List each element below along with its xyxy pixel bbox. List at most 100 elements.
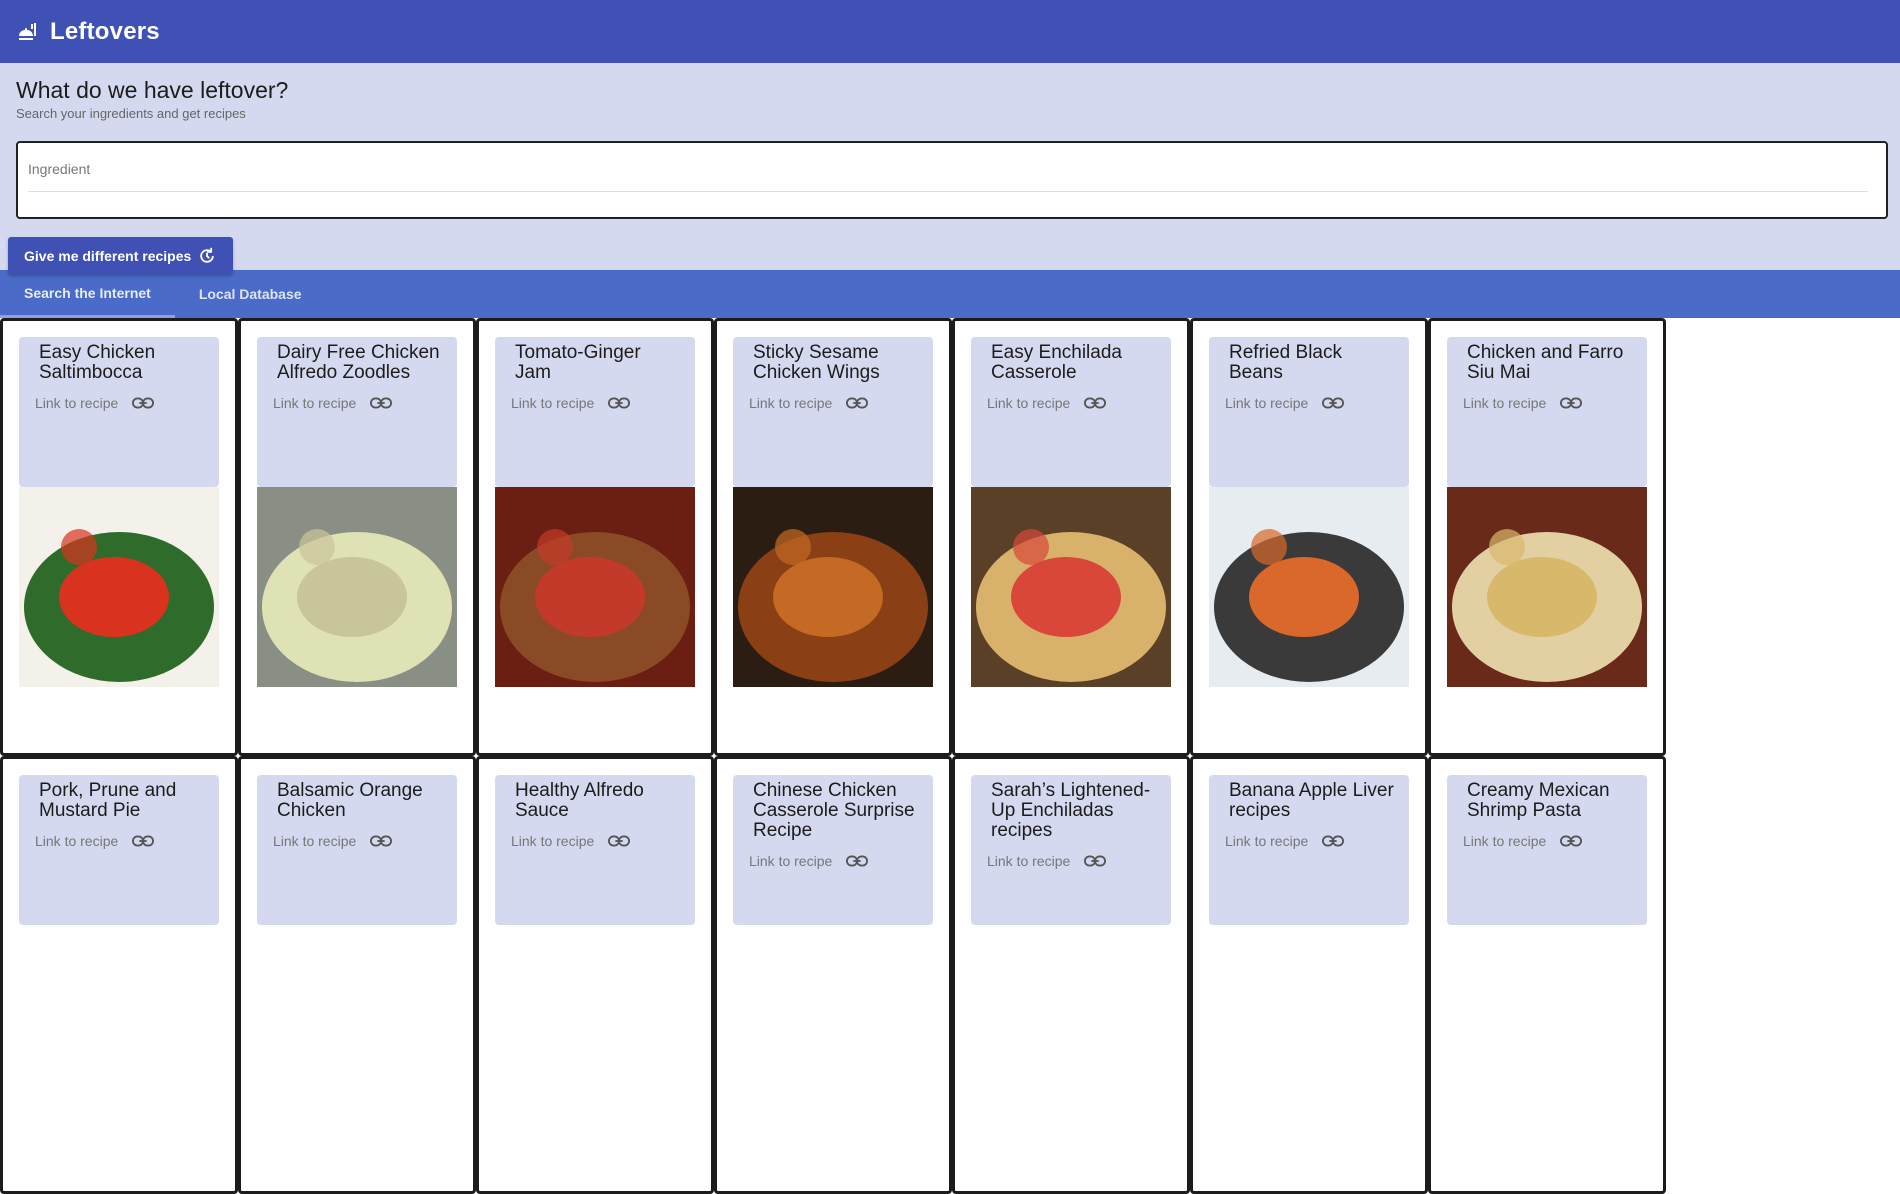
recipe-card: Balsamic Orange Chicken Link to recipe — [257, 775, 457, 925]
recipe-link-label: Link to recipe — [273, 833, 357, 849]
food-service-icon — [19, 22, 36, 40]
recipe-card: Chinese Chicken Casserole Surprise Recip… — [733, 775, 933, 925]
recipe-cell: Dairy Free Chicken Alfredo Zoodles Link t… — [238, 318, 476, 756]
recipe-title: Healthy Alfredo Sauce — [515, 780, 644, 821]
link-icon — [608, 397, 631, 409]
recipe-link[interactable]: Link to recipe — [987, 395, 1157, 411]
recipe-cell: Creamy Mexican Shrimp Pasta Link to recip… — [1428, 756, 1666, 1194]
recipe-card: Refried Black Beans Link to recipe — [1209, 337, 1409, 487]
link-icon — [370, 835, 393, 847]
link-icon — [846, 855, 869, 867]
recipe-card: Sticky Sesame Chicken Wings Link to recip… — [733, 337, 933, 487]
recipe-link[interactable]: Link to recipe — [511, 833, 681, 849]
tab-search-internet[interactable]: Search the Internet — [0, 270, 175, 318]
recipe-photo — [733, 487, 933, 687]
recipe-photo — [495, 487, 695, 687]
recipe-photo — [1209, 487, 1409, 687]
search-panel: What do we have leftover? Search your in… — [0, 63, 1900, 274]
recipe-link[interactable]: Link to recipe — [1463, 833, 1633, 849]
recipe-photo — [1447, 487, 1647, 687]
recipe-cell: Banana Apple Liver recipes Link to recipe — [1190, 756, 1428, 1194]
recipe-title: Easy Enchilada Casserole — [991, 342, 1122, 383]
recipe-photo — [257, 487, 457, 687]
recipe-link-label: Link to recipe — [35, 833, 119, 849]
link-icon — [370, 397, 393, 409]
recipe-card: Healthy Alfredo Sauce Link to recipe — [495, 775, 695, 925]
recipe-link-label: Link to recipe — [273, 395, 357, 411]
recipe-cell: Balsamic Orange Chicken Link to recipe — [238, 756, 476, 1194]
recipe-title: Refried Black Beans — [1229, 342, 1342, 383]
recipe-cell: Chicken and Farro Siu Mai Link to recipe — [1428, 318, 1666, 756]
different-recipes-button[interactable]: Give me different recipes — [8, 237, 234, 274]
recipe-link[interactable]: Link to recipe — [273, 395, 443, 411]
recipe-card: Creamy Mexican Shrimp Pasta Link to recip… — [1447, 775, 1647, 925]
recipe-card: Easy Enchilada Casserole Link to recipe — [971, 337, 1171, 487]
recipe-title: Sarah’s Lightened-Up Enchiladas recipes — [991, 780, 1151, 841]
source-tabs: Search the Internet Local Database — [0, 270, 1900, 318]
recipe-title: Balsamic Orange Chicken — [277, 780, 423, 821]
recipe-card: Sarah’s Lightened-Up Enchiladas recipes L… — [971, 775, 1171, 925]
recipe-cell: Sticky Sesame Chicken Wings Link to recip… — [714, 318, 952, 756]
link-icon — [1560, 835, 1583, 847]
tab-local-database[interactable]: Local Database — [175, 270, 326, 318]
link-icon — [1560, 397, 1583, 409]
recipe-link-label: Link to recipe — [749, 853, 833, 869]
recipe-cell: Pork, Prune and Mustard Pie Link to recip… — [0, 756, 238, 1194]
recipe-cell: Easy Enchilada Casserole Link to recipe — [952, 318, 1190, 756]
recipe-title: Banana Apple Liver recipes — [1229, 780, 1394, 821]
recipe-card: Tomato-Ginger Jam Link to recipe — [495, 337, 695, 487]
recipe-cell: Tomato-Ginger Jam Link to recipe — [476, 318, 714, 756]
recipe-link-label: Link to recipe — [511, 395, 595, 411]
recipe-photo — [19, 487, 219, 687]
app-title: Leftovers — [50, 17, 160, 45]
recipe-link[interactable]: Link to recipe — [987, 853, 1157, 869]
page-heading: What do we have leftover? — [16, 77, 289, 103]
recipe-link[interactable]: Link to recipe — [1463, 395, 1633, 411]
ingredient-input[interactable] — [28, 143, 1868, 192]
recipe-card: Chicken and Farro Siu Mai Link to recipe — [1447, 337, 1647, 487]
recipe-link[interactable]: Link to recipe — [749, 853, 919, 869]
recipe-link-label: Link to recipe — [511, 833, 595, 849]
app-bar: Leftovers — [0, 0, 1900, 63]
recipe-card: Easy Chicken Saltimbocca Link to recipe — [19, 337, 219, 487]
link-icon — [132, 835, 155, 847]
recipe-link[interactable]: Link to recipe — [1225, 833, 1395, 849]
recipe-link-label: Link to recipe — [987, 853, 1071, 869]
recipe-grid: Easy Chicken Saltimbocca Link to recipe Da… — [0, 318, 1900, 1194]
recipe-link[interactable]: Link to recipe — [511, 395, 681, 411]
link-icon — [846, 397, 869, 409]
recipe-card: Banana Apple Liver recipes Link to recipe — [1209, 775, 1409, 925]
recipe-cell: Easy Chicken Saltimbocca Link to recipe — [0, 318, 238, 756]
recipe-card: Pork, Prune and Mustard Pie Link to recip… — [19, 775, 219, 925]
recipe-title: Dairy Free Chicken Alfredo Zoodles — [277, 342, 440, 383]
link-icon — [1084, 855, 1107, 867]
recipe-title: Tomato-Ginger Jam — [515, 342, 641, 383]
recipe-title: Creamy Mexican Shrimp Pasta — [1467, 780, 1610, 821]
recipe-link[interactable]: Link to recipe — [1225, 395, 1395, 411]
recipe-link[interactable]: Link to recipe — [35, 395, 205, 411]
recipe-title: Chinese Chicken Casserole Surprise Recip… — [753, 780, 915, 841]
recipe-link[interactable]: Link to recipe — [749, 395, 919, 411]
recipe-title: Easy Chicken Saltimbocca — [39, 342, 156, 383]
link-icon — [608, 835, 631, 847]
recipe-title: Sticky Sesame Chicken Wings — [753, 342, 880, 383]
link-icon — [1322, 397, 1345, 409]
recipe-link[interactable]: Link to recipe — [273, 833, 443, 849]
recipe-photo — [971, 487, 1171, 687]
link-icon — [1322, 835, 1345, 847]
recipe-link-label: Link to recipe — [1225, 833, 1309, 849]
recipe-card: Dairy Free Chicken Alfredo Zoodles Link t… — [257, 337, 457, 487]
recipe-cell: Chinese Chicken Casserole Surprise Recip… — [714, 756, 952, 1194]
different-recipes-label: Give me different recipes — [24, 247, 192, 264]
refresh-icon — [200, 247, 215, 263]
recipe-link-label: Link to recipe — [749, 395, 833, 411]
ingredient-field — [16, 141, 1888, 219]
recipe-cell: Healthy Alfredo Sauce Link to recipe — [476, 756, 714, 1194]
recipe-cell: Refried Black Beans Link to recipe — [1190, 318, 1428, 756]
recipe-link-label: Link to recipe — [1463, 395, 1547, 411]
recipe-link[interactable]: Link to recipe — [35, 833, 205, 849]
link-icon — [132, 397, 155, 409]
link-icon — [1084, 397, 1107, 409]
recipe-link-label: Link to recipe — [987, 395, 1071, 411]
recipe-cell: Sarah’s Lightened-Up Enchiladas recipes L… — [952, 756, 1190, 1194]
